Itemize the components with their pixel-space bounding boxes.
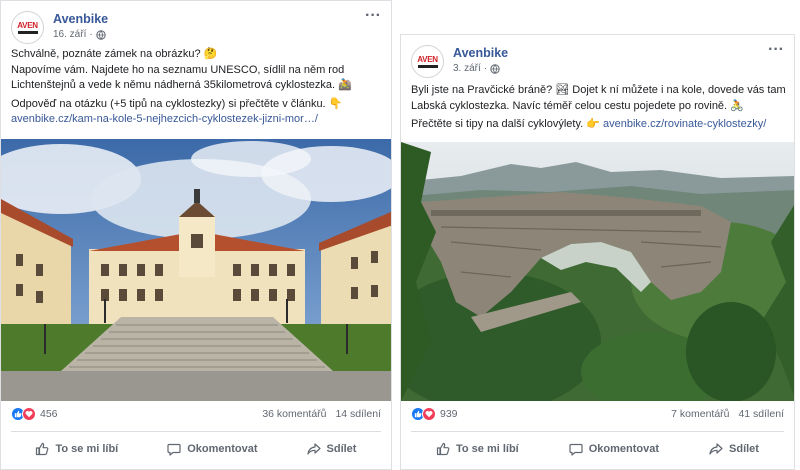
comment-icon xyxy=(167,443,181,456)
action-bar: To se mi líbí Okomentovat Sdílet xyxy=(11,435,381,463)
avenbike-logo: AVEN xyxy=(417,54,438,64)
comments-count[interactable]: 36 komentářů xyxy=(262,408,326,420)
post-text-line: Schválně, poznáte zámek na obrázku? 🤔 xyxy=(11,48,218,60)
post-date[interactable]: 3. září xyxy=(453,63,481,74)
comments-count[interactable]: 7 komentářů xyxy=(671,408,729,420)
globe-icon xyxy=(490,63,500,74)
post-card: AVEN Avenbike 3. září · ··· Byli jste na… xyxy=(400,34,795,470)
divider xyxy=(11,431,381,432)
logo-underline xyxy=(17,30,38,34)
post-stats: 939 7 komentářů 41 sdílení xyxy=(411,407,784,425)
avatar[interactable]: AVEN xyxy=(411,45,444,78)
rock-arch-photo[interactable] xyxy=(401,142,794,401)
post-date[interactable]: 16. září xyxy=(53,29,86,40)
page-name[interactable]: Avenbike xyxy=(453,46,508,60)
share-button[interactable]: Sdílet xyxy=(709,442,759,456)
post-text: Byli jste na Pravčické bráně? 🏞 Dojet k … xyxy=(411,83,786,136)
logo-underline xyxy=(417,64,438,68)
love-reaction-icon xyxy=(22,407,36,421)
more-options-icon[interactable]: ··· xyxy=(768,42,784,58)
shares-count[interactable]: 14 sdílení xyxy=(335,408,381,420)
post-header: AVEN Avenbike 16. září · ··· xyxy=(11,8,381,51)
thumbs-up-icon xyxy=(36,442,49,456)
page-name[interactable]: Avenbike xyxy=(53,12,108,26)
post-stats: 456 36 komentářů 14 sdílení xyxy=(11,407,381,425)
article-link[interactable]: avenbike.cz/kam-na-kole-5-nejhezcich-cyk… xyxy=(11,113,318,125)
post-meta: 3. září · xyxy=(453,63,500,74)
avatar[interactable]: AVEN xyxy=(11,11,44,44)
divider xyxy=(411,431,784,432)
like-label: To se mi líbí xyxy=(455,443,519,455)
share-icon xyxy=(709,443,723,455)
avenbike-logo: AVEN xyxy=(17,20,38,30)
thumbs-up-icon xyxy=(436,442,450,456)
chateau-photo[interactable] xyxy=(1,139,391,401)
comment-icon xyxy=(569,443,583,456)
engagement-counts: 36 komentářů 14 sdílení xyxy=(256,408,381,420)
share-label: Sdílet xyxy=(729,443,759,455)
comment-label: Okomentovat xyxy=(588,443,660,455)
post-text: Schválně, poznáte zámek na obrázku? 🤔 Na… xyxy=(11,47,383,131)
like-button[interactable]: To se mi líbí xyxy=(436,442,519,456)
more-options-icon[interactable]: ··· xyxy=(365,8,381,24)
share-label: Sdílet xyxy=(326,443,357,455)
reactions[interactable]: 939 xyxy=(411,407,458,421)
comment-label: Okomentovat xyxy=(187,443,258,455)
reaction-count: 939 xyxy=(440,408,458,420)
post-header: AVEN Avenbike 3. září · ··· xyxy=(411,42,784,85)
shares-count[interactable]: 41 sdílení xyxy=(738,408,784,420)
post-meta: 16. září · xyxy=(53,29,106,40)
article-link[interactable]: avenbike.cz/rovinate-cyklostezky/ xyxy=(603,118,766,130)
globe-icon xyxy=(96,29,106,40)
like-label: To se mi líbí xyxy=(55,443,119,455)
share-button[interactable]: Sdílet xyxy=(306,442,357,456)
post-text-line: Přečtěte si tipy na další cyklovýlety. 👉 xyxy=(411,118,604,130)
reactions[interactable]: 456 xyxy=(11,407,58,421)
like-button[interactable]: To se mi líbí xyxy=(35,442,118,456)
engagement-counts: 7 komentářů 41 sdílení xyxy=(665,408,784,420)
post-text-line: Byli jste na Pravčické bráně? 🏞 Dojet k … xyxy=(411,84,786,112)
comment-button[interactable]: Okomentovat xyxy=(569,442,659,456)
action-bar: To se mi líbí Okomentovat Sdílet xyxy=(411,435,784,463)
share-icon xyxy=(306,443,321,455)
post-text-line: Odpověď na otázku (+5 tipů na cyklostezk… xyxy=(11,97,343,110)
reaction-count: 456 xyxy=(40,408,58,420)
post-card: AVEN Avenbike 16. září · ··· Schválně, p… xyxy=(0,0,392,470)
love-reaction-icon xyxy=(422,407,436,421)
comment-button[interactable]: Okomentovat xyxy=(167,442,258,456)
post-text-line: Napovíme vám. Najdete ho na seznamu UNES… xyxy=(11,63,352,92)
